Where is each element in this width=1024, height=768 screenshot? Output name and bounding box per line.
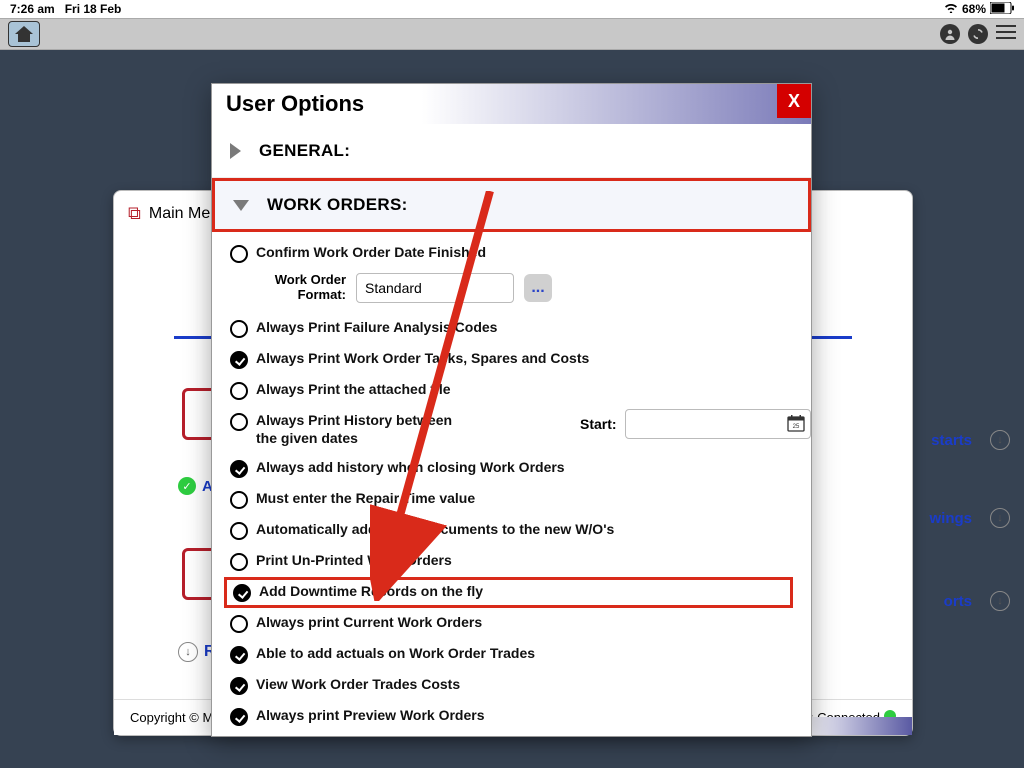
link-wings[interactable]: wings ↓ — [929, 508, 1010, 528]
option-row[interactable]: Always print Current Work Orders — [230, 608, 793, 639]
radio-icon[interactable] — [230, 615, 248, 633]
user-icon[interactable] — [940, 24, 960, 44]
section-work-orders[interactable]: WORK ORDERS: — [212, 178, 811, 232]
option-row[interactable]: Must enter the Repair Time value — [230, 484, 793, 515]
radio-icon[interactable] — [230, 245, 248, 263]
dialog-title: User Options — [226, 91, 364, 117]
download-icon: ↓ — [990, 591, 1010, 611]
option-row[interactable]: Always add history when closing Work Ord… — [230, 453, 793, 484]
download-icon: ↓ — [178, 642, 198, 662]
radio-icon[interactable] — [230, 708, 248, 726]
copyright-text: Copyright © Ma — [130, 710, 221, 725]
option-row[interactable]: Always Print Work Order Tasks, Spares an… — [230, 344, 793, 375]
section-label: GENERAL: — [259, 141, 350, 161]
option-row[interactable]: View Work Order Trades Costs — [230, 670, 793, 701]
start-label: Start: — [580, 416, 617, 432]
close-button[interactable]: X — [777, 84, 811, 118]
battery-icon — [990, 2, 1014, 17]
approved-indicator: ✓ A — [178, 477, 213, 495]
radio-icon[interactable] — [230, 460, 248, 478]
status-time: 7:26 am — [10, 2, 55, 16]
main-menu-title: Main Mer — [149, 205, 216, 223]
option-row[interactable]: Automatically add Asset Documents to the… — [230, 515, 793, 546]
app-logo-icon: ⧉ — [128, 203, 141, 224]
radio-icon[interactable] — [230, 491, 248, 509]
wof-input[interactable] — [356, 273, 514, 303]
option-row-highlighted[interactable]: Add Downtime Records on the fly — [224, 577, 793, 608]
link-starts[interactable]: starts ↓ — [931, 430, 1010, 450]
chevron-down-icon — [233, 200, 249, 211]
wof-label: Work Order Format: — [254, 273, 346, 303]
section-label: WORK ORDERS: — [267, 195, 408, 215]
link-orts[interactable]: orts ↓ — [944, 591, 1010, 611]
radio-icon[interactable] — [230, 320, 248, 338]
option-row[interactable]: Able to add actuals on Work Order Trades — [230, 639, 793, 670]
option-row[interactable]: Always Print Failure Analysis Codes — [230, 313, 793, 344]
option-row[interactable]: Always print Preview Work Orders — [230, 701, 793, 732]
check-icon: ✓ — [178, 477, 196, 495]
option-row[interactable]: Print Un-Printed Work Orders — [230, 546, 793, 577]
calendar-icon[interactable]: 25 — [787, 414, 805, 432]
wifi-icon — [944, 2, 958, 16]
svg-text:25: 25 — [792, 424, 799, 430]
start-date-input[interactable] — [625, 409, 811, 439]
footer-gradient — [802, 717, 912, 735]
section-general[interactable]: GENERAL: — [212, 124, 811, 178]
ios-status-bar: 7:26 am Fri 18 Feb 68% — [0, 0, 1024, 18]
wof-more-button[interactable]: ... — [524, 274, 552, 302]
radio-icon[interactable] — [230, 646, 248, 664]
chevron-right-icon — [230, 143, 241, 159]
radio-icon[interactable] — [230, 351, 248, 369]
battery-pct: 68% — [962, 2, 986, 16]
home-button[interactable] — [8, 21, 40, 47]
radio-icon[interactable] — [230, 677, 248, 695]
start-date-block: Start: 25 — [580, 409, 811, 439]
status-date: Fri 18 Feb — [65, 2, 122, 16]
dialog-header: User Options X — [212, 84, 811, 124]
download-icon: ↓ — [990, 508, 1010, 528]
radio-icon[interactable] — [230, 553, 248, 571]
radio-icon[interactable] — [230, 382, 248, 400]
radio-icon[interactable] — [230, 413, 248, 431]
option-row[interactable]: Always Print the attached file — [230, 375, 793, 406]
work-order-format-row: Work Order Format: ... — [230, 269, 793, 313]
work-orders-options: Confirm Work Order Date Finished Work Or… — [212, 232, 811, 737]
hamburger-icon[interactable] — [996, 25, 1016, 44]
download-icon: ↓ — [990, 430, 1010, 450]
radio-icon[interactable] — [233, 584, 251, 602]
radio-icon[interactable] — [230, 522, 248, 540]
option-row[interactable]: Confirm Work Order Date Finished — [230, 238, 793, 269]
app-toolbar — [0, 18, 1024, 50]
sync-icon[interactable] — [968, 24, 988, 44]
